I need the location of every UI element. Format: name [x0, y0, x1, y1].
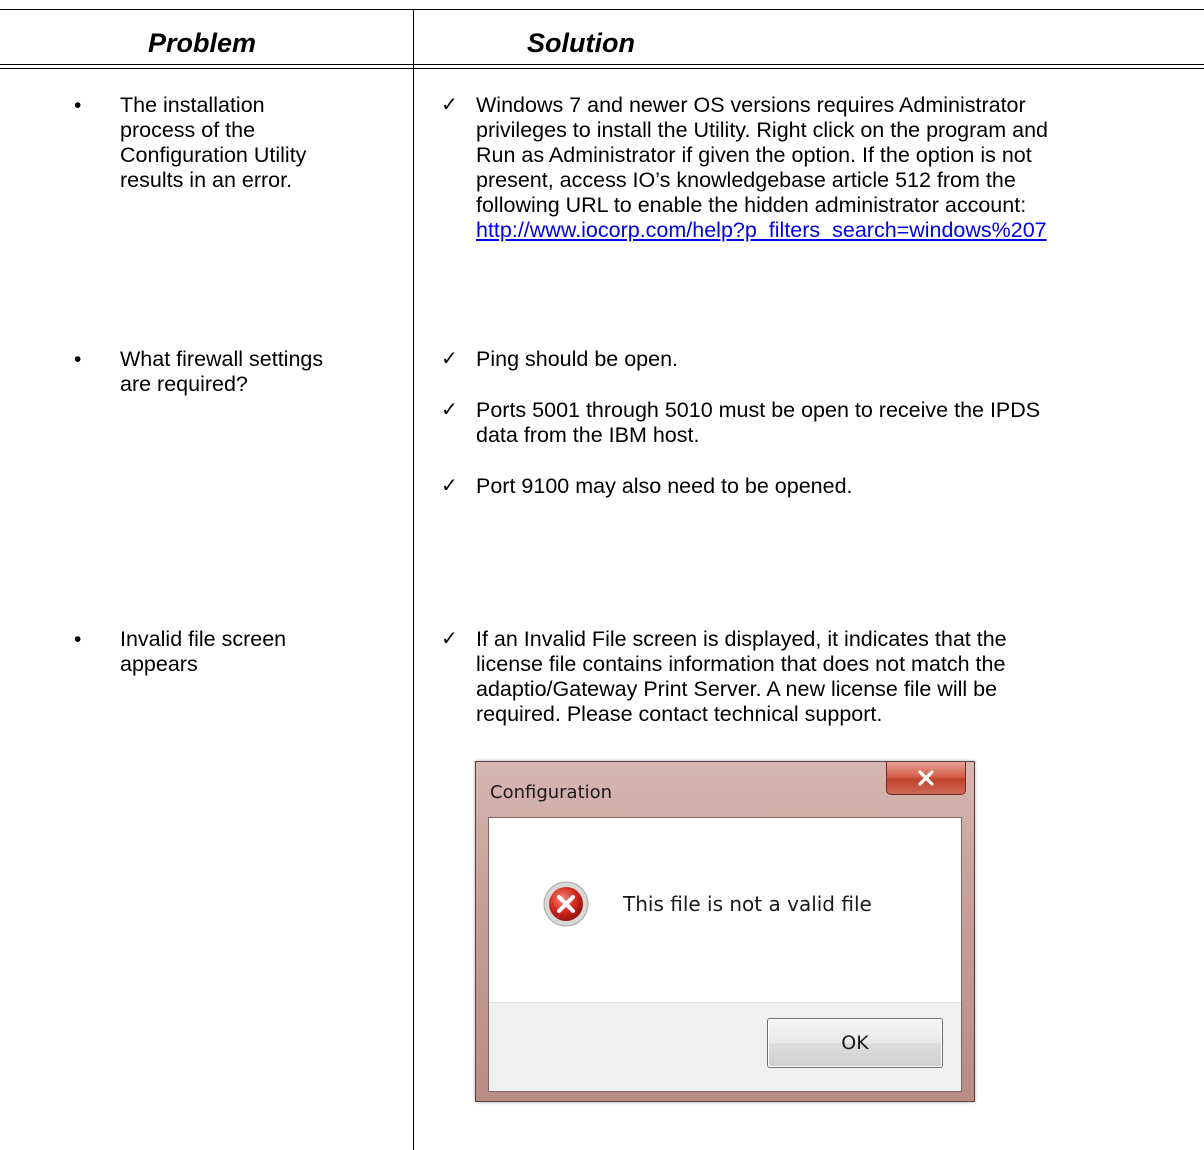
problem-text: The installation process of the Configur…: [120, 93, 306, 193]
problem-line: Invalid file screen: [120, 627, 287, 651]
header-rule: [0, 64, 1204, 65]
solution-line: If an Invalid File screen is displayed, …: [476, 627, 1007, 651]
solution-text: Port 9100 may also need to be opened.: [476, 474, 853, 498]
check-icon: ✓: [441, 94, 458, 116]
table-top-border: [0, 9, 1204, 10]
check-icon: ✓: [441, 399, 458, 421]
problem-line: process of the: [120, 118, 256, 142]
solution-line: Ports 5001 through 5010 must be open to …: [476, 398, 1041, 422]
check-icon: ✓: [441, 475, 458, 497]
problem-line: The installation: [120, 93, 265, 117]
knowledgebase-link[interactable]: http://www.iocorp.com/help?p_filters_sea…: [476, 218, 1047, 242]
problem-line: What firewall settings: [120, 347, 324, 371]
solution-line: data from the IBM host.: [476, 423, 700, 447]
invalid-file-dialog: Configuration This file is not a valid f: [475, 761, 975, 1102]
close-icon: [918, 770, 934, 786]
check-icon: ✓: [441, 628, 458, 650]
solution-line: license file contains information that d…: [476, 652, 1006, 676]
solution-text: Ping should be open.: [476, 347, 679, 371]
column-divider: [413, 9, 414, 1150]
solution-text: If an Invalid File screen is displayed, …: [476, 627, 1007, 727]
problem-text: Invalid file screen appears: [120, 627, 286, 677]
header-rule-double: [0, 68, 1204, 69]
bullet-icon: •: [74, 94, 82, 117]
solution-header: Solution: [527, 28, 635, 58]
solution-text: Ports 5001 through 5010 must be open to …: [476, 398, 1040, 448]
problem-line: results in an error.: [120, 168, 293, 192]
solution-line: present, access IO’s knowledgebase artic…: [476, 168, 1016, 192]
dialog-body: This file is not a valid file OK: [488, 817, 962, 1092]
error-icon: [543, 881, 589, 927]
solution-text: Windows 7 and newer OS versions requires…: [476, 93, 1048, 243]
dialog-title: Configuration: [490, 782, 613, 803]
bullet-icon: •: [74, 348, 82, 371]
dialog-message: This file is not a valid file: [623, 892, 872, 916]
dialog-close-button[interactable]: [886, 762, 966, 795]
problem-line: appears: [120, 652, 198, 676]
problem-text: What firewall settings are required?: [120, 347, 323, 397]
solution-line: privileges to install the Utility. Right…: [476, 118, 1048, 142]
solution-line: following URL to enable the hidden admin…: [476, 193, 1027, 217]
bullet-icon: •: [74, 628, 82, 651]
problem-line: are required?: [120, 372, 248, 396]
solution-line: Run as Administrator if given the option…: [476, 143, 1032, 167]
ok-button[interactable]: OK: [767, 1018, 943, 1068]
problem-header: Problem: [148, 28, 257, 58]
solution-line: adaptio/Gateway Print Server. A new lice…: [476, 677, 998, 701]
solution-line: Windows 7 and newer OS versions requires…: [476, 93, 1026, 117]
solution-line: required. Please contact technical suppo…: [476, 702, 883, 726]
problem-line: Configuration Utility: [120, 143, 307, 167]
check-icon: ✓: [441, 348, 458, 370]
